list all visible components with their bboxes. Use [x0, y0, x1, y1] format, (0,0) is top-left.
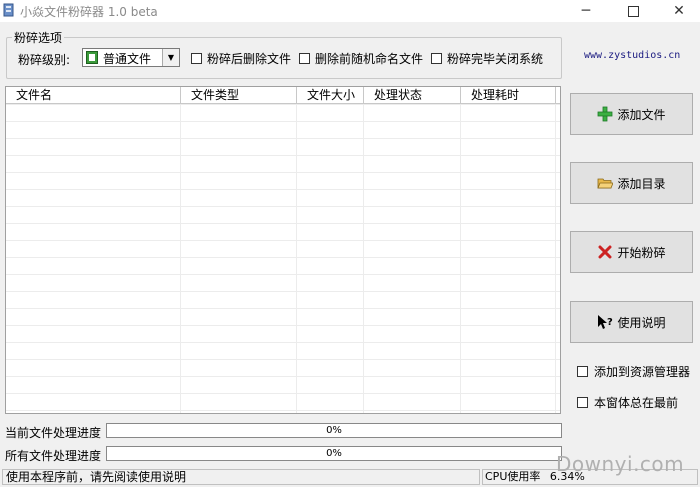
column-header-status[interactable]: 处理状态 [364, 87, 461, 103]
current-progress-label: 当前文件处理进度 [5, 426, 102, 440]
close-icon: ✕ [673, 3, 685, 19]
maximize-button[interactable] [610, 0, 656, 22]
column-header-size[interactable]: 文件大小 [297, 87, 364, 103]
start-shred-label: 开始粉碎 [617, 245, 666, 260]
add-file-label: 添加文件 [617, 107, 666, 122]
maximize-icon [627, 5, 639, 17]
all-progress-value: 0% [326, 448, 342, 459]
delete-after-shred-checkbox[interactable]: 粉碎后删除文件 [191, 50, 291, 67]
shred-options-title: 粉碎选项 [12, 29, 65, 46]
always-on-top-checkbox[interactable]: 本窗体总在最前 [577, 394, 678, 411]
status-message-text: 使用本程序前，请先阅读使用说明 [6, 470, 187, 484]
help-button[interactable]: ? 使用说明 [570, 301, 693, 343]
shred-level-select[interactable]: 普通文件 ▼ [82, 48, 180, 67]
delete-after-shred-label: 粉碎后删除文件 [207, 52, 292, 66]
column-header-name[interactable]: 文件名 [6, 87, 181, 103]
red-x-icon [598, 245, 612, 259]
checkbox-box[interactable] [577, 397, 588, 408]
window-title: 小焱文件粉碎器 1.0 beta [20, 5, 158, 19]
cpu-usage-label: CPU使用率 [485, 470, 541, 483]
checkbox-box[interactable] [299, 53, 310, 64]
shutdown-after-label: 粉碎完毕关闭系统 [447, 52, 544, 66]
minimize-button[interactable]: ─ [563, 0, 609, 22]
grid-line [555, 104, 556, 413]
title-bar[interactable]: 小焱文件粉碎器 1.0 beta ─ ✕ [0, 0, 700, 22]
checkbox-box[interactable] [431, 53, 442, 64]
svg-text:?: ? [607, 317, 613, 328]
current-progress-bar: 0% [106, 423, 562, 438]
grid-line [180, 104, 181, 413]
all-progress-bar: 0% [106, 446, 562, 461]
help-cursor-icon: ? [598, 315, 613, 329]
grid-line [460, 104, 461, 413]
add-folder-label: 添加目录 [617, 176, 666, 191]
dropdown-arrow-icon[interactable]: ▼ [162, 49, 179, 66]
shred-level-value: 普通文件 [103, 52, 152, 66]
add-folder-button[interactable]: 添加目录 [570, 162, 693, 204]
folder-open-icon [597, 178, 614, 189]
random-rename-checkbox[interactable]: 删除前随机命名文件 [299, 50, 423, 67]
add-file-button[interactable]: 添加文件 [570, 93, 693, 135]
column-header-type[interactable]: 文件类型 [181, 87, 297, 103]
start-shred-button[interactable]: 开始粉碎 [570, 231, 693, 273]
grid-line [296, 104, 297, 413]
watermark: Downyi.com [556, 452, 685, 476]
add-to-explorer-checkbox[interactable]: 添加到资源管理器 [577, 363, 690, 380]
file-list[interactable]: 文件名 文件类型 文件大小 处理状态 处理耗时 [5, 86, 561, 414]
checkbox-box[interactable] [577, 366, 588, 377]
add-to-explorer-label: 添加到资源管理器 [594, 365, 691, 379]
shred-level-label: 粉碎级别: [18, 53, 71, 67]
column-header-time[interactable]: 处理耗时 [461, 87, 556, 103]
file-list-body[interactable] [6, 104, 560, 413]
plus-icon [598, 106, 613, 122]
all-progress-label: 所有文件处理进度 [5, 449, 102, 463]
random-rename-label: 删除前随机命名文件 [315, 52, 424, 66]
grid-line [363, 104, 364, 413]
checkbox-box[interactable] [191, 53, 202, 64]
help-label: 使用说明 [617, 315, 666, 330]
website-link[interactable]: www.zystudios.cn [584, 50, 680, 61]
always-on-top-label: 本窗体总在最前 [594, 396, 679, 410]
minimize-icon: ─ [581, 3, 591, 19]
app-icon [3, 3, 14, 17]
file-list-header: 文件名 文件类型 文件大小 处理状态 处理耗时 [6, 87, 560, 104]
current-progress-value: 0% [326, 425, 342, 436]
status-message: 使用本程序前，请先阅读使用说明 [2, 469, 480, 485]
file-level-icon [86, 51, 98, 64]
close-button[interactable]: ✕ [656, 0, 700, 22]
shutdown-after-checkbox[interactable]: 粉碎完毕关闭系统 [431, 50, 543, 67]
